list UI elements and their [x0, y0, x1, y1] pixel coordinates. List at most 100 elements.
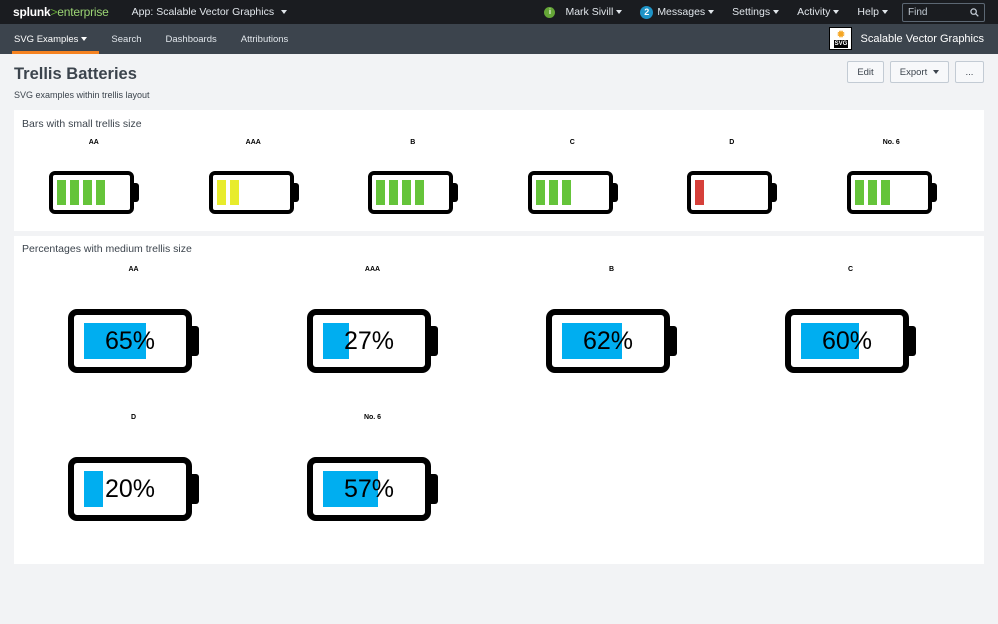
- nav-dashboards-label: Dashboards: [165, 33, 217, 45]
- app-menu-label: App: Scalable Vector Graphics: [131, 6, 275, 18]
- app-bar: SVG Examples Search Dashboards Attributi…: [0, 24, 998, 54]
- top-bar: splunk>enterprise App: Scalable Vector G…: [0, 0, 998, 24]
- battery-percent-text: 62%: [582, 327, 634, 355]
- star-icon: ✹: [836, 28, 846, 41]
- battery-charge-bar: [96, 180, 105, 205]
- battery-label: C: [569, 139, 575, 146]
- messages-count-badge: 2: [640, 5, 654, 19]
- battery-charge-bar: [415, 180, 424, 205]
- chevron-down-icon: [933, 70, 940, 74]
- more-button-label: ...: [965, 66, 974, 78]
- battery-charge-bar: [389, 180, 398, 205]
- battery-label: AA: [88, 139, 99, 146]
- battery-charge-bar: [880, 180, 890, 205]
- find-input[interactable]: Find: [902, 2, 985, 22]
- logo-enterprise-text: enterprise: [57, 5, 109, 19]
- battery-charge-bar: [216, 180, 226, 205]
- battery-cell: C: [493, 110, 653, 231]
- battery-charge-bar: [548, 180, 558, 205]
- battery-charge-bar: [867, 180, 877, 205]
- battery-label: C: [847, 266, 854, 273]
- battery-terminal: [293, 183, 299, 202]
- battery-percent-text: 60%: [821, 327, 873, 355]
- battery-cell: D 20%: [14, 384, 253, 532]
- nav-svg-examples[interactable]: SVG Examples: [0, 24, 100, 54]
- nav-dashboards[interactable]: Dashboards: [154, 24, 229, 54]
- battery-terminal: [134, 183, 139, 202]
- edit-button-label: Edit: [857, 66, 874, 78]
- battery-charge-bar: [695, 180, 704, 205]
- find-placeholder: Find: [908, 6, 928, 18]
- battery-label: AA: [128, 266, 139, 273]
- battery-charge-bar: [57, 180, 66, 205]
- battery-terminal: [931, 183, 937, 202]
- battery-cell: D: [652, 110, 812, 231]
- battery-percent-text: 65%: [104, 327, 156, 355]
- battery-label: D: [130, 414, 137, 421]
- export-button-label: Export: [899, 66, 928, 78]
- logo-splunk-text: splunk: [13, 5, 51, 19]
- battery-label: AAA: [364, 266, 381, 273]
- battery-charge-bar: [229, 180, 239, 205]
- battery-label: AAA: [245, 139, 261, 146]
- panel-bars-small: Bars with small trellis size AA AAA B C D No.…: [14, 110, 984, 231]
- battery-label: No. 6: [882, 139, 900, 146]
- help-label: Help: [857, 6, 879, 18]
- battery-label: D: [729, 139, 735, 146]
- app-title-label: Scalable Vector Graphics: [860, 32, 984, 45]
- battery-cell: AA 65%: [14, 236, 253, 384]
- nav-attributions[interactable]: Attributions: [229, 24, 301, 54]
- battery-terminal: [772, 183, 777, 202]
- battery-cell: B 62%: [492, 236, 731, 384]
- battery-charge-bar: [83, 180, 92, 205]
- battery-terminal: [431, 326, 438, 356]
- battery-charge-bar: [402, 180, 411, 205]
- nav-svg-examples-label: SVG Examples: [14, 33, 79, 45]
- battery-label: B: [608, 266, 615, 273]
- battery-terminal: [431, 474, 438, 504]
- battery-charge-bar: [561, 180, 571, 205]
- splunk-logo[interactable]: splunk>enterprise: [13, 5, 109, 19]
- battery-label: B: [410, 139, 416, 146]
- chevron-down-icon: [281, 10, 288, 14]
- battery-label: No. 6: [363, 414, 382, 421]
- nav-search-label: Search: [111, 33, 142, 45]
- messages-label: Messages: [657, 6, 706, 18]
- battery-charge-bar: [535, 180, 545, 205]
- battery-charge-bar: [70, 180, 79, 205]
- battery-charge-bar: [376, 180, 385, 205]
- battery-terminal: [453, 183, 458, 202]
- battery-cell: No. 6: [812, 110, 972, 231]
- activity-label: Activity: [797, 6, 831, 18]
- app-logo-text: SVG: [833, 39, 849, 48]
- battery-cell: No. 6 57%: [253, 384, 492, 532]
- edit-button[interactable]: Edit: [847, 61, 884, 83]
- app-menu[interactable]: App: Scalable Vector Graphics: [131, 6, 288, 18]
- more-button[interactable]: ...: [955, 61, 984, 83]
- settings-label: Settings: [732, 6, 771, 18]
- battery-terminal: [612, 183, 618, 202]
- chevron-down-icon: [616, 10, 623, 14]
- battery-terminal: [909, 326, 916, 356]
- messages-menu[interactable]: 2 Messages: [640, 5, 715, 19]
- battery-terminal: [192, 326, 199, 356]
- battery-percent-text: 20%: [104, 475, 156, 503]
- battery-percent-text: 27%: [343, 327, 395, 355]
- page-title: Trellis Batteries: [14, 65, 137, 83]
- battery-cell: C 60%: [731, 236, 970, 384]
- settings-menu[interactable]: Settings: [732, 6, 780, 18]
- nav-attributions-label: Attributions: [240, 33, 289, 45]
- battery-terminal: [192, 474, 199, 504]
- export-button[interactable]: Export: [890, 61, 949, 83]
- nav-search[interactable]: Search: [99, 24, 153, 54]
- chevron-down-icon: [81, 37, 88, 41]
- page-description: SVG examples within trellis layout: [14, 90, 150, 100]
- chevron-down-icon: [773, 10, 780, 14]
- user-status-icon: i: [544, 6, 556, 18]
- panel-percentages-medium: Percentages with medium trellis size AA 6…: [14, 236, 984, 564]
- activity-menu[interactable]: Activity: [797, 6, 840, 18]
- battery-percent-text: 57%: [343, 475, 395, 503]
- help-menu[interactable]: Help: [857, 6, 888, 18]
- user-menu[interactable]: i Mark Sivill: [544, 6, 623, 18]
- chevron-down-icon: [833, 10, 840, 14]
